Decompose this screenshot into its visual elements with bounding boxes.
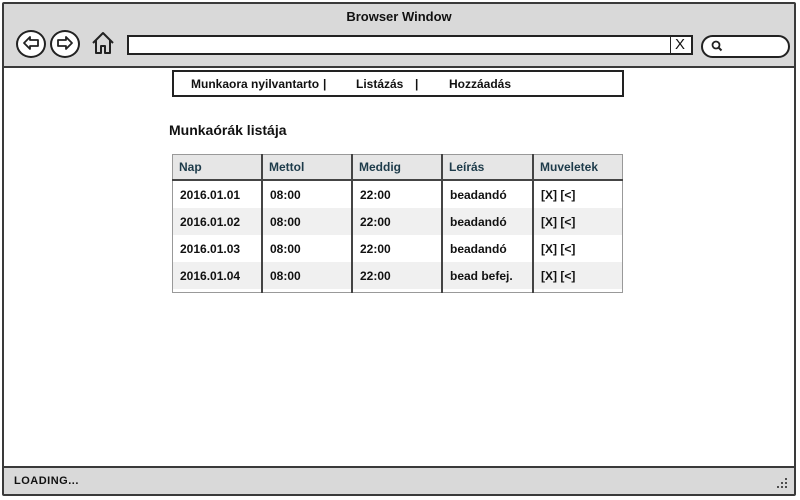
cell-from: 08:00 xyxy=(262,235,353,262)
menu-separator: | xyxy=(323,77,327,91)
table-row: 2016.01.03 08:00 22:00 beadandó [X] [<] xyxy=(172,235,623,262)
cell-from: 08:00 xyxy=(262,180,353,208)
column-header-day: Nap xyxy=(172,154,263,181)
table-header-row: Nap Mettol Meddig Leírás Muveletek xyxy=(172,154,623,181)
column-header-from: Mettol xyxy=(262,154,353,181)
cell-actions[interactable]: [X] [<] xyxy=(533,180,623,208)
search-icon xyxy=(711,40,723,52)
table-row: 2016.01.04 08:00 22:00 bead befej. [X] [… xyxy=(172,262,623,289)
work-hours-table: Nap Mettol Meddig Leírás Muveletek 2016.… xyxy=(172,154,623,293)
cell-description: beadandó xyxy=(442,235,534,262)
cell-day: 2016.01.01 xyxy=(172,180,263,208)
status-text: LOADING... xyxy=(14,475,79,487)
table-row: 2016.01.01 08:00 22:00 beadandó [X] [<] xyxy=(172,180,623,208)
column-header-description: Leírás xyxy=(442,154,534,181)
menu-item-list[interactable]: Listázás xyxy=(356,77,403,91)
page-title: Munkaórák listája xyxy=(169,122,287,138)
browser-window: Browser Window X Munkaora nyilvantarto |… xyxy=(2,2,796,496)
cell-to: 22:00 xyxy=(352,180,443,208)
cell-actions[interactable]: [X] [<] xyxy=(533,262,623,289)
cell-actions[interactable]: [X] [<] xyxy=(533,235,623,262)
clear-url-button[interactable]: X xyxy=(670,37,689,53)
title-bar: Browser Window X xyxy=(4,4,794,68)
cell-day: 2016.01.02 xyxy=(172,208,263,235)
cell-description: beadandó xyxy=(442,180,534,208)
column-header-to: Meddig xyxy=(352,154,443,181)
forward-arrow-icon xyxy=(57,36,73,50)
cell-from: 08:00 xyxy=(262,208,353,235)
cell-to: 22:00 xyxy=(352,262,443,289)
address-bar[interactable]: X xyxy=(127,35,693,55)
cell-to: 22:00 xyxy=(352,235,443,262)
cell-day: 2016.01.04 xyxy=(172,262,263,289)
forward-button[interactable] xyxy=(50,30,80,58)
cell-description: beadandó xyxy=(442,208,534,235)
window-title: Browser Window xyxy=(346,9,452,24)
menu-separator: | xyxy=(415,77,419,91)
table-bottom-spacer xyxy=(172,289,623,293)
home-icon xyxy=(92,32,114,54)
cell-actions[interactable]: [X] [<] xyxy=(533,208,623,235)
back-button[interactable] xyxy=(16,30,46,58)
menu-item-add[interactable]: Hozzáadás xyxy=(449,77,511,91)
close-icon: X xyxy=(674,36,685,53)
menu-item-home[interactable]: Munkaora nyilvantarto xyxy=(191,77,319,91)
resize-grip-icon[interactable] xyxy=(776,477,788,489)
search-box[interactable] xyxy=(701,35,790,58)
cell-day: 2016.01.03 xyxy=(172,235,263,262)
status-bar: LOADING... xyxy=(4,466,794,494)
cell-from: 08:00 xyxy=(262,262,353,289)
table-row: 2016.01.02 08:00 22:00 beadandó [X] [<] xyxy=(172,208,623,235)
column-header-actions: Muveletek xyxy=(533,154,623,181)
back-arrow-icon xyxy=(23,36,39,50)
cell-description: bead befej. xyxy=(442,262,534,289)
main-menu: Munkaora nyilvantarto | Listázás | Hozzá… xyxy=(172,70,624,97)
page-content: Munkaora nyilvantarto | Listázás | Hozzá… xyxy=(4,66,794,466)
cell-to: 22:00 xyxy=(352,208,443,235)
home-button[interactable] xyxy=(90,30,116,61)
